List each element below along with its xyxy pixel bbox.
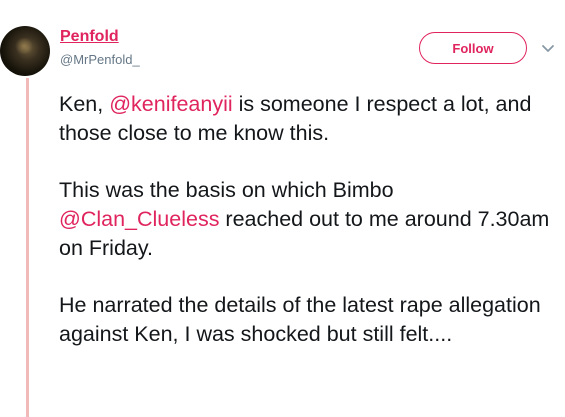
author-handle: @MrPenfold_ — [60, 52, 140, 67]
tweet-paragraph: He narrated the details of the latest ra… — [59, 293, 541, 346]
tweet-paragraph: This was the basis on which Bimbo @Clan_… — [59, 176, 559, 263]
chevron-down-icon[interactable] — [540, 40, 556, 56]
mention-link[interactable]: @kenifeanyii — [109, 92, 232, 116]
mention-link[interactable]: @Clan_Clueless — [59, 207, 219, 231]
tweet-paragraph: Ken, @kenifeanyii is someone I respect a… — [59, 90, 559, 148]
follow-button[interactable]: Follow — [419, 32, 527, 64]
tweet-text-segment: Ken, — [59, 92, 110, 116]
tweet-text-segment: This was the basis on which Bimbo — [59, 178, 394, 202]
follow-button-label: Follow — [452, 40, 494, 56]
thread-line — [26, 78, 29, 417]
author-display-name[interactable]: Penfold — [60, 28, 119, 46]
avatar[interactable] — [0, 26, 50, 76]
tweet-text: Ken, @kenifeanyii is someone I respect a… — [59, 90, 559, 377]
